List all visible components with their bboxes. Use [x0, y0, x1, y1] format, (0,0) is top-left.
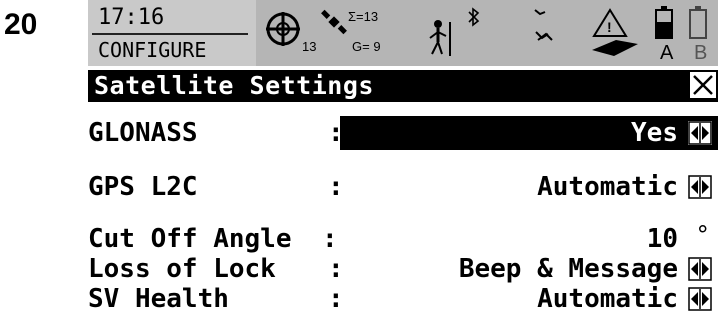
- close-button[interactable]: [690, 72, 716, 98]
- glonass-satellites: G= 9: [352, 39, 381, 54]
- setting-row-glonass[interactable]: GLONASS : Yes: [88, 116, 718, 150]
- left-right-arrows-icon[interactable]: [688, 175, 712, 199]
- gps-l2c-select[interactable]: Automatic: [537, 170, 678, 204]
- setting-row-gps-l2c[interactable]: GPS L2C : Automatic: [88, 170, 718, 204]
- left-right-arrows-icon[interactable]: [688, 287, 712, 311]
- svg-text:!: !: [607, 19, 612, 35]
- crosshair-position-icon: [266, 12, 300, 46]
- degree-unit: °: [695, 221, 710, 249]
- setting-colon: :: [328, 172, 344, 202]
- cut-off-angle-input[interactable]: 10: [647, 222, 678, 256]
- setting-colon: :: [328, 284, 344, 314]
- rover-person-icon: [429, 20, 451, 56]
- setting-colon: :: [322, 224, 338, 254]
- mode-label: CONFIGURE: [98, 38, 207, 62]
- time-mode-box: 17:16 CONFIGURE: [88, 0, 256, 66]
- setting-row-cut-off-angle[interactable]: Cut Off Angle : 10 °: [88, 221, 718, 256]
- status-bar: 17:16 CONFIGURE 13 Σ=13 G= 9 ! A B: [88, 0, 718, 66]
- clock-time: 17:16: [98, 5, 165, 30]
- title-bar: Satellite Settings: [88, 70, 718, 102]
- battery-a-label: A: [660, 42, 674, 64]
- bluetooth-icon: [468, 7, 480, 27]
- setting-label: GLONASS: [88, 118, 198, 148]
- battery-b-label: B: [694, 42, 708, 64]
- divider: [92, 33, 248, 35]
- left-right-arrows-icon[interactable]: [688, 257, 712, 281]
- satellite-count: 13: [302, 39, 317, 54]
- satellite-icon: [321, 9, 347, 35]
- setting-colon: :: [328, 254, 344, 284]
- page-title: Satellite Settings: [94, 71, 374, 100]
- left-right-arrows-icon[interactable]: [688, 121, 712, 145]
- setting-label: GPS L2C: [88, 172, 198, 202]
- setting-row-sv-health[interactable]: SV Health : Automatic: [88, 282, 718, 316]
- battery-icon: [655, 6, 707, 39]
- setting-label: SV Health: [88, 284, 229, 314]
- loss-of-lock-select[interactable]: Beep & Message: [459, 252, 678, 286]
- setting-label: Cut Off Angle: [88, 224, 292, 254]
- glonass-select[interactable]: Yes: [631, 116, 678, 150]
- sv-health-select[interactable]: Automatic: [537, 282, 678, 316]
- figure-number: 20: [4, 8, 38, 41]
- warning-memory-icon: !: [592, 8, 638, 56]
- radio-link-icon: [534, 9, 553, 41]
- close-icon: [693, 75, 713, 95]
- setting-colon: :: [328, 118, 344, 148]
- setting-row-loss-of-lock[interactable]: Loss of Lock : Beep & Message: [88, 252, 718, 286]
- setting-label: Loss of Lock: [88, 254, 276, 284]
- sum-satellites: Σ=13: [348, 9, 379, 24]
